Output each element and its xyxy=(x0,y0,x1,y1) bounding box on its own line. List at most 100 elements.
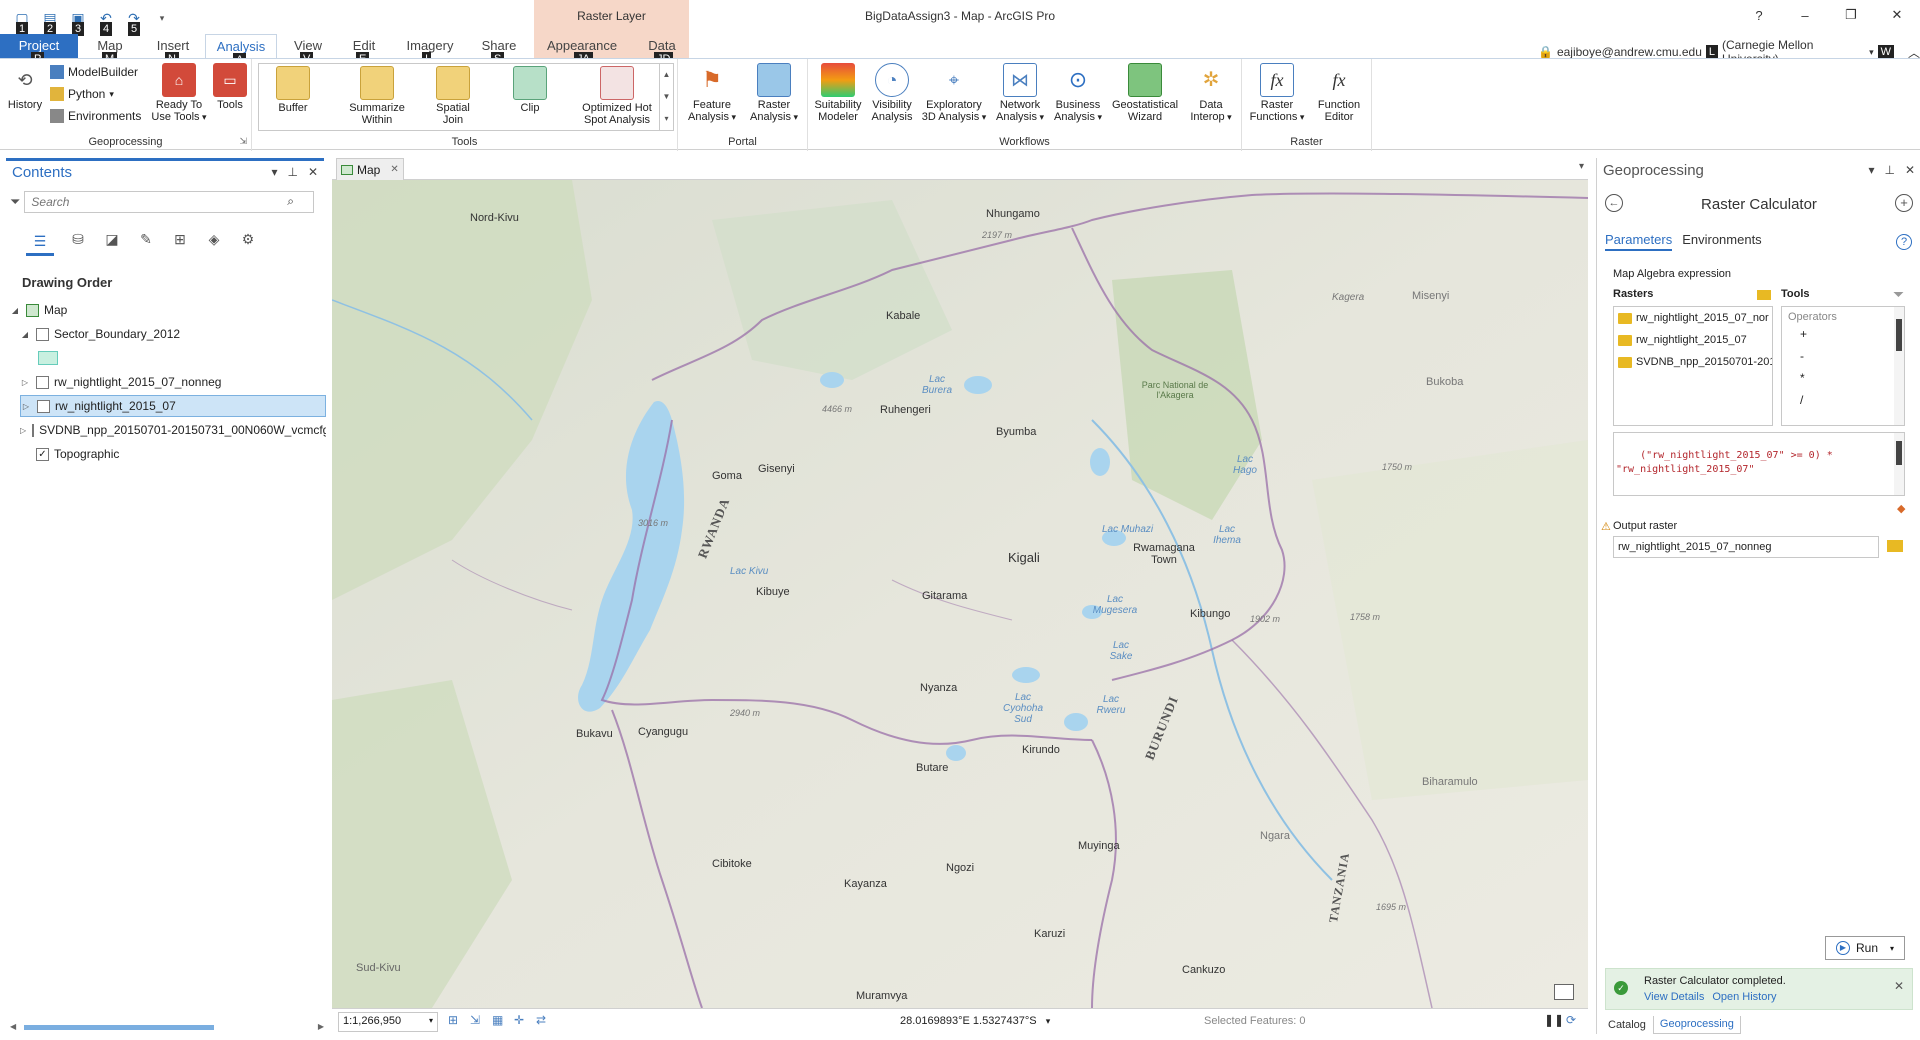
suitability-modeler-button[interactable]: Suitability Modeler xyxy=(810,63,866,123)
network-analysis-button[interactable]: ⋈ Network Analysis ▾ xyxy=(990,63,1050,123)
crosshair-icon[interactable]: ✛ xyxy=(514,1013,524,1027)
vertical-scrollbar[interactable] xyxy=(1894,433,1904,495)
layer-row-nightlight-nonneg[interactable]: ▷ rw_nightlight_2015_07_nonneg xyxy=(20,371,336,393)
tab-map-view[interactable]: Map ✕ xyxy=(336,158,404,180)
pause-drawing-icon[interactable]: ❚❚ xyxy=(1544,1013,1564,1027)
expand-icon[interactable]: ▷ xyxy=(20,426,26,435)
history-button[interactable]: ⟲ History xyxy=(2,63,48,111)
run-button[interactable]: ▶ Run ▾ xyxy=(1825,936,1905,960)
close-icon[interactable]: ✕ xyxy=(1894,979,1904,993)
folder-icon[interactable] xyxy=(1887,540,1903,552)
help-button[interactable]: ? xyxy=(1736,0,1782,30)
undo-icon[interactable]: ↶ 4 xyxy=(94,6,118,36)
layer-row-topographic[interactable]: ✓ Topographic xyxy=(20,443,336,465)
coordinates-readout[interactable]: 28.0169893°E 1.5327437°S ▾ xyxy=(900,1015,1050,1027)
output-raster-input[interactable] xyxy=(1613,536,1879,558)
pane-menu-icon[interactable]: ▾ xyxy=(271,165,277,179)
minimize-button[interactable]: – xyxy=(1782,0,1828,30)
close-button[interactable]: ✕ xyxy=(1874,0,1920,30)
snapping-icon[interactable]: ⇄ xyxy=(536,1013,546,1027)
data-interop-button[interactable]: ✲ Data Interop ▾ xyxy=(1184,63,1238,123)
exploratory-3d-button[interactable]: ⌖ Exploratory 3D Analysis ▾ xyxy=(918,63,990,123)
visibility-analysis-button[interactable]: ◔ Visibility Analysis xyxy=(866,63,918,123)
filter-icon[interactable]: ⏷ xyxy=(10,194,20,210)
extent-indicator-icon[interactable]: ⇲ xyxy=(470,1013,480,1027)
list-by-editing-icon[interactable]: ✎ xyxy=(136,229,156,249)
raster-functions-button[interactable]: fx Raster Functions ▾ xyxy=(1246,63,1308,123)
expand-icon[interactable]: ▷ xyxy=(20,378,30,387)
list-by-labeling-icon[interactable]: ◈ xyxy=(204,229,224,249)
contents-search-input[interactable] xyxy=(24,191,315,213)
tab-analysis[interactable]: AnalysisA xyxy=(205,34,277,67)
redo-icon[interactable]: ↷ 5 xyxy=(122,6,146,36)
tab-imagery[interactable]: ImageryI xyxy=(400,34,460,66)
tab-data[interactable]: DataJD xyxy=(640,34,684,66)
raster-list-item[interactable]: rw_nightlight_2015_07 xyxy=(1614,329,1772,351)
layer-row-nightlight[interactable]: ▷ rw_nightlight_2015_07 xyxy=(20,395,326,417)
layer-visibility-checkbox[interactable] xyxy=(37,399,50,413)
scrollbar-thumb[interactable] xyxy=(1896,441,1902,465)
save-icon[interactable]: ▣ 3 xyxy=(66,6,90,36)
tab-environments[interactable]: Environments xyxy=(1682,232,1761,251)
map-notes-icon[interactable] xyxy=(1554,984,1574,1000)
raster-list-item[interactable]: rw_nightlight_2015_07_nor xyxy=(1614,307,1772,329)
raster-list-item[interactable]: SVDNB_npp_20150701-201 xyxy=(1614,351,1772,373)
list-by-drawing-order-icon[interactable]: ☰ xyxy=(26,229,54,256)
tab-share[interactable]: ShareS xyxy=(476,34,522,66)
clip-button[interactable]: Clip xyxy=(505,66,555,114)
pin-icon[interactable]: ⊥ xyxy=(287,165,297,179)
symbol-swatch[interactable] xyxy=(38,351,58,365)
chevron-down-icon[interactable]: ▾ xyxy=(1890,944,1894,953)
scroll-left-icon[interactable]: ◀ xyxy=(10,1022,16,1031)
pin-icon[interactable]: ⊥ xyxy=(1884,163,1894,177)
operator-item[interactable]: * xyxy=(1782,371,1904,393)
tab-catalog[interactable]: Catalog xyxy=(1601,1016,1653,1034)
tab-project[interactable]: ProjectP xyxy=(0,34,78,66)
tab-edit[interactable]: EditE xyxy=(344,34,384,66)
open-project-icon[interactable]: ▤ 2 xyxy=(38,6,62,36)
environments-button[interactable]: Environments xyxy=(50,109,141,123)
refresh-icon[interactable]: ⟳ xyxy=(1566,1013,1576,1027)
optimized-hot-spot-button[interactable]: Optimized Hot Spot Analysis xyxy=(577,66,657,126)
search-icon[interactable]: ⌕ xyxy=(287,194,294,209)
summarize-within-button[interactable]: Summarize Within xyxy=(345,66,409,126)
map-canvas[interactable]: Nord-Kivu Nhungamo Kabale Misenyi Kagera… xyxy=(332,180,1588,1008)
horizontal-scrollbar[interactable]: ◀ ▶ xyxy=(10,1022,324,1032)
eraser-icon[interactable]: ◆ xyxy=(1897,502,1905,515)
list-by-data-source-icon[interactable]: ⛁ xyxy=(68,229,88,249)
layer-visibility-checkbox[interactable] xyxy=(32,423,35,437)
open-history-link[interactable]: Open History xyxy=(1712,991,1776,1003)
buffer-button[interactable]: Buffer xyxy=(263,66,323,114)
layer-row-sector-boundary[interactable]: ◢ Sector_Boundary_2012 xyxy=(20,323,336,345)
new-project-icon[interactable]: ▢ 1 xyxy=(10,6,34,36)
scale-dropdown[interactable]: 1:1,266,950 ▾ xyxy=(338,1012,438,1032)
operator-item[interactable]: / xyxy=(1782,393,1904,415)
layer-row-map[interactable]: ◢ Map xyxy=(10,299,326,321)
operator-item[interactable]: - xyxy=(1782,349,1904,371)
tools-button[interactable]: ▭ Tools xyxy=(206,63,254,111)
grid-icon[interactable]: ▦ xyxy=(492,1013,503,1027)
business-analysis-button[interactable]: ⊙ Business Analysis ▾ xyxy=(1050,63,1106,124)
operator-item[interactable]: + xyxy=(1782,327,1904,349)
python-button[interactable]: Python ▾ xyxy=(50,87,114,101)
layer-visibility-checkbox[interactable] xyxy=(36,327,49,341)
scrollbar-thumb[interactable] xyxy=(24,1025,214,1030)
filter-icon[interactable]: ⏷ xyxy=(1893,286,1904,303)
add-icon[interactable]: + xyxy=(1895,194,1913,212)
expand-icon[interactable]: ▷ xyxy=(21,402,31,411)
tab-parameters[interactable]: Parameters xyxy=(1605,232,1673,251)
restore-button[interactable]: ❐ xyxy=(1828,0,1874,30)
close-icon[interactable]: ✕ xyxy=(1905,163,1915,177)
feature-analysis-button[interactable]: ⚑ Feature Analysis ▾ xyxy=(682,63,742,124)
chevron-down-icon[interactable]: ▾ xyxy=(1579,161,1584,172)
expand-icon[interactable]: ◢ xyxy=(10,306,20,315)
pane-menu-icon[interactable]: ▾ xyxy=(1868,163,1874,177)
fixed-zoom-icon[interactable]: ⊞ xyxy=(448,1013,458,1027)
help-icon[interactable]: ? xyxy=(1896,234,1912,250)
expression-editor[interactable]: ("rw_nightlight_2015_07" >= 0) * "rw_nig… xyxy=(1613,432,1905,496)
tab-appearance[interactable]: AppearanceJA xyxy=(540,34,624,66)
close-icon[interactable]: ✕ xyxy=(308,165,318,179)
expand-icon[interactable]: ◢ xyxy=(20,330,30,339)
view-details-link[interactable]: View Details xyxy=(1644,991,1704,1003)
layer-visibility-checkbox[interactable] xyxy=(36,375,49,389)
